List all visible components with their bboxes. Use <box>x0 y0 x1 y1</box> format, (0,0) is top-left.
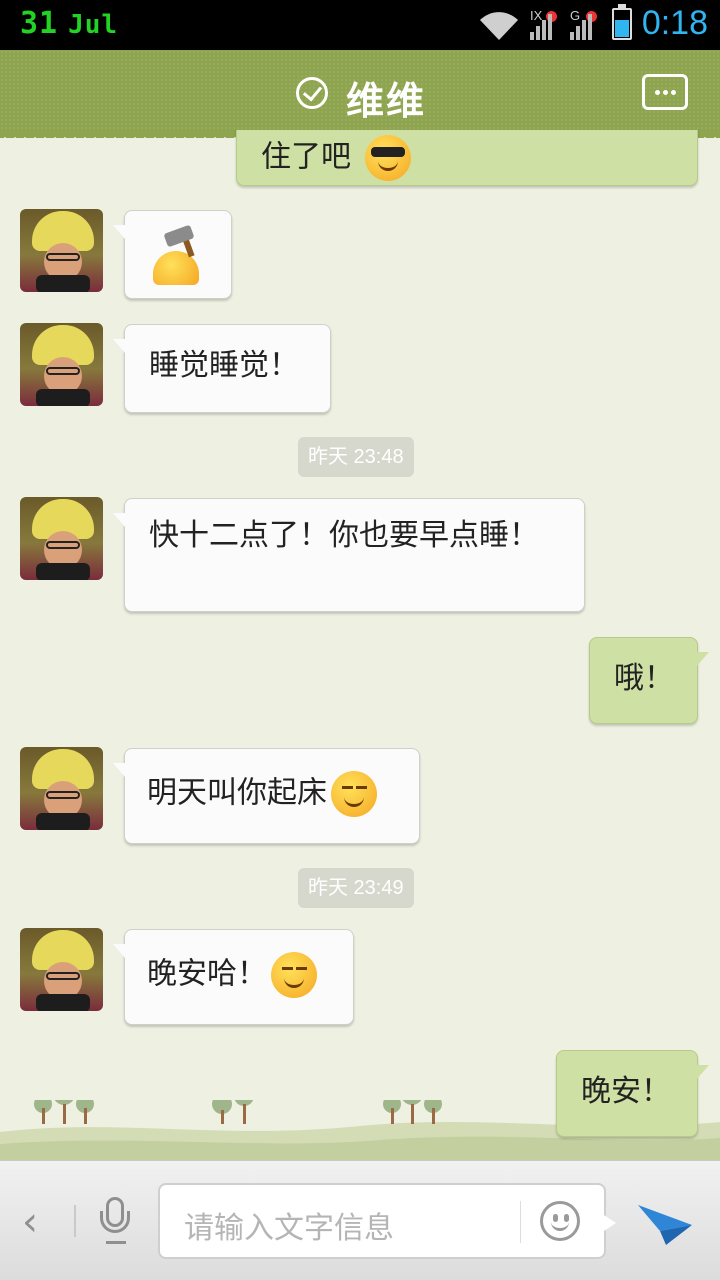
check-circle-icon <box>296 77 328 109</box>
message-text: 哦！ <box>614 661 674 696</box>
wifi-icon <box>480 12 518 40</box>
sleepy-smile-emoji-icon <box>331 771 377 817</box>
message-bubble-sent[interactable]: 住了吧 <box>236 130 698 186</box>
message-text: 睡觉睡觉！ <box>149 348 299 383</box>
hammer-knock-emoji-icon <box>147 224 207 285</box>
status-date-month: Jul <box>68 10 119 40</box>
more-options-icon <box>655 90 660 95</box>
status-time: 0:18 <box>641 4 708 42</box>
more-options-button[interactable] <box>642 74 688 110</box>
message-input-placeholder: 请输入文字信息 <box>184 1211 394 1246</box>
message-list[interactable]: 住了吧 睡觉睡觉！ 昨天 23:48 快十二点了！你也要早点睡！ 哦！ 明天叫你… <box>0 130 720 1160</box>
message-text: 快十二点了！你也要早点睡！ <box>149 518 539 553</box>
signal-bars-icon-2 <box>570 14 594 40</box>
message-text: 晚安！ <box>581 1074 671 1109</box>
message-bubble-received[interactable] <box>113 210 232 299</box>
smiley-icon[interactable] <box>540 1201 580 1241</box>
cool-emoji-icon <box>364 135 411 181</box>
chat-header: 维维 <box>0 50 720 138</box>
divider <box>74 1205 76 1237</box>
chevron-left-icon[interactable]: ‹ <box>22 1199 38 1245</box>
message-bubble-received[interactable]: 明天叫你起床 <box>113 748 420 844</box>
avatar[interactable] <box>20 209 103 292</box>
status-date: 31 Jul <box>20 6 118 41</box>
message-bubble-received[interactable]: 晚安哈！ <box>113 929 354 1025</box>
message-input[interactable]: 请输入文字信息 <box>158 1183 616 1259</box>
message-bubble-sent[interactable]: 晚安！ <box>556 1050 709 1137</box>
message-text: 明天叫你起床 <box>147 775 327 811</box>
battery-icon <box>612 4 632 40</box>
message-timestamp: 昨天 23:49 <box>298 868 414 908</box>
status-bar: 31 Jul IX G 0:18 <box>0 0 720 50</box>
avatar[interactable] <box>20 323 103 406</box>
avatar[interactable] <box>20 497 103 580</box>
input-bar: ‹ 请输入文字信息 <box>0 1160 720 1280</box>
avatar[interactable] <box>20 747 103 830</box>
message-bubble-received[interactable]: 睡觉睡觉！ <box>113 324 331 413</box>
message-text: 住了吧 <box>261 139 351 175</box>
message-bubble-sent[interactable]: 哦！ <box>589 637 709 724</box>
input-divider <box>520 1201 521 1243</box>
message-bubble-received[interactable]: 快十二点了！你也要早点睡！ <box>113 498 585 612</box>
signal-bars-icon <box>530 14 554 40</box>
microphone-icon[interactable] <box>98 1197 134 1247</box>
status-date-day: 31 <box>20 6 59 41</box>
status-icons: IX G <box>478 4 638 42</box>
contact-name[interactable]: 维维 <box>346 70 426 125</box>
message-text: 晚安哈！ <box>147 956 267 992</box>
paper-plane-send-icon[interactable] <box>636 1195 694 1247</box>
avatar[interactable] <box>20 928 103 1011</box>
content-smile-emoji-icon <box>271 952 317 998</box>
message-timestamp: 昨天 23:48 <box>298 437 414 477</box>
